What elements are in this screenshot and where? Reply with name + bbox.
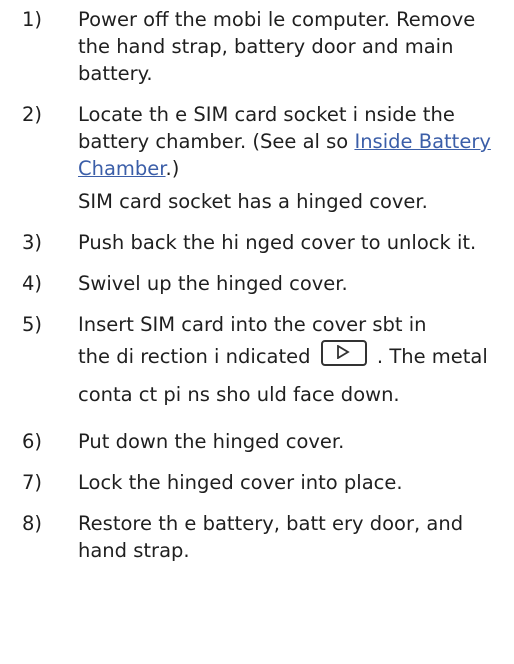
step-number: 4): [22, 272, 43, 295]
step-text: Swivel up the hinged cover.: [78, 272, 348, 295]
step-text: Restore th e battery, batt ery door, and…: [78, 512, 464, 562]
step-number: 8): [22, 512, 43, 535]
step-body: Locate th e SIM card socket i nside the …: [78, 101, 512, 215]
step-1: 1) Power off the mobi le computer. Remov…: [22, 6, 512, 87]
step-text-line2: the di rection i ndicated . The metal co…: [78, 338, 512, 414]
step-number: 5): [22, 313, 43, 336]
step-text: Put down the hinged cover.: [78, 430, 345, 453]
step-number: 2): [22, 103, 43, 126]
step-body: Insert SIM card into the cover sbt in th…: [78, 311, 512, 414]
step-number: 7): [22, 471, 43, 494]
step-note: SIM card socket has a hinged cover.: [78, 190, 428, 213]
step-4: 4) Swivel up the hinged cover.: [22, 270, 512, 297]
step-2: 2) Locate th e SIM card socket i nside t…: [22, 101, 512, 215]
step-5: 5) Insert SIM card into the cover sbt in…: [22, 311, 512, 414]
step-text: Push back the hi nged cover to unlock it…: [78, 231, 477, 254]
step-text: Lock the hinged cover into place.: [78, 471, 403, 494]
step-text: the di rection i ndicated: [78, 345, 311, 368]
step-text: Power off the mobi le computer. Remove t…: [78, 8, 476, 85]
step-text-end: .): [165, 157, 180, 180]
procedure-steps: 1) Power off the mobi le computer. Remov…: [22, 6, 512, 564]
step-text-line1: Insert SIM card into the cover sbt in: [78, 313, 427, 336]
step-3: 3) Push back the hi nged cover to unlock…: [22, 229, 512, 256]
play-direction-icon: [320, 340, 367, 366]
step-7: 7) Lock the hinged cover into place.: [22, 469, 512, 496]
step-number: 6): [22, 430, 43, 453]
step-6: 6) Put down the hinged cover.: [22, 428, 512, 455]
step-number: 1): [22, 8, 43, 31]
step-8: 8) Restore th e battery, batt ery door, …: [22, 510, 512, 564]
step-number: 3): [22, 231, 43, 254]
